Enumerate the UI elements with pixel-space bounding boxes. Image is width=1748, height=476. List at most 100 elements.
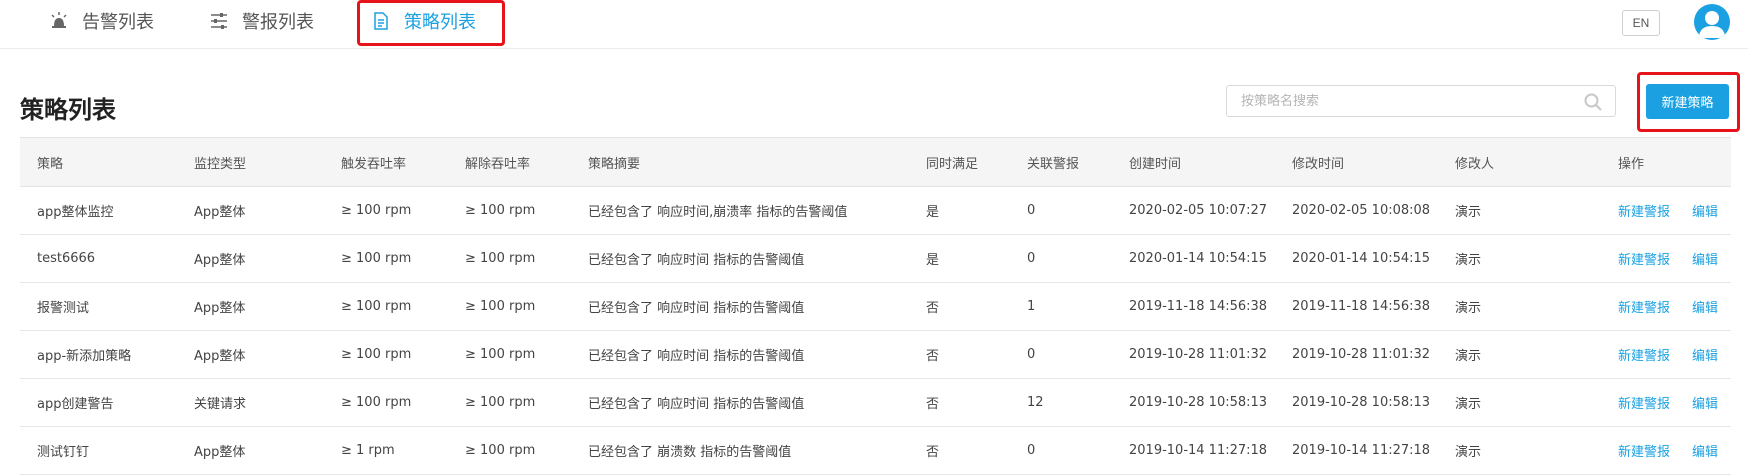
operations-cell: 新建警报 编辑 xyxy=(1601,426,1731,475)
both-satisfied: 否 xyxy=(909,330,1010,379)
trigger-rate: ≥ 100 rpm xyxy=(324,378,448,427)
modified-time: 2020-01-14 10:54:15 xyxy=(1275,234,1438,283)
edit-link[interactable]: 编辑 xyxy=(1692,301,1718,316)
related-alarms: 0 xyxy=(1010,330,1112,379)
release-rate: ≥ 100 rpm xyxy=(448,186,571,235)
created-time: 2020-01-14 10:54:15 xyxy=(1112,234,1275,283)
tab-alert-list[interactable]: 告警列表 xyxy=(48,0,154,42)
both-satisfied: 否 xyxy=(909,426,1010,475)
tab-police-list-label: 警报列表 xyxy=(242,12,314,33)
strategy-summary: 已经包含了 响应时间 指标的告警阈值 xyxy=(571,378,909,427)
tab-police-list[interactable]: 警报列表 xyxy=(208,0,314,42)
new-alarm-link[interactable]: 新建警报 xyxy=(1618,445,1670,460)
modified-time: 2019-10-14 11:27:18 xyxy=(1275,426,1438,475)
monitor-type: App整体 xyxy=(177,330,324,379)
column-header: 同时满足 xyxy=(909,137,1010,187)
new-alarm-link[interactable]: 新建警报 xyxy=(1618,349,1670,364)
new-alarm-link[interactable]: 新建警报 xyxy=(1618,205,1670,220)
trigger-rate: ≥ 100 rpm xyxy=(324,330,448,379)
user-avatar-icon[interactable] xyxy=(1694,4,1730,40)
search-input[interactable] xyxy=(1227,86,1581,116)
trigger-rate: ≥ 1 rpm xyxy=(324,426,448,475)
modified-time: 2019-10-28 10:58:13 xyxy=(1275,378,1438,427)
page-title: 策略列表 xyxy=(20,96,116,124)
strategy-summary: 已经包含了 响应时间 指标的告警阈值 xyxy=(571,330,909,379)
edit-link[interactable]: 编辑 xyxy=(1692,205,1718,220)
document-icon xyxy=(370,10,392,32)
edit-link[interactable]: 编辑 xyxy=(1692,445,1718,460)
column-header: 触发吞吐率 xyxy=(324,137,448,187)
strategy-name: 报警测试 xyxy=(20,282,177,331)
tab-strategy-list[interactable]: 策略列表 xyxy=(370,0,476,42)
tab-strategy-list-label: 策略列表 xyxy=(404,12,476,33)
monitor-type: App整体 xyxy=(177,426,324,475)
trigger-rate: ≥ 100 rpm xyxy=(324,234,448,283)
operations-cell: 新建警报 编辑 xyxy=(1601,186,1731,235)
both-satisfied: 是 xyxy=(909,186,1010,235)
monitor-type: App整体 xyxy=(177,234,324,283)
sliders-icon xyxy=(208,10,230,32)
new-strategy-button[interactable]: 新建策略 xyxy=(1646,84,1729,119)
operations-cell: 新建警报 编辑 xyxy=(1601,378,1731,427)
trigger-rate: ≥ 100 rpm xyxy=(324,186,448,235)
operations-cell: 新建警报 编辑 xyxy=(1601,282,1731,331)
modifier: 演示 xyxy=(1438,378,1601,427)
monitor-type: 关键请求 xyxy=(177,378,324,427)
strategy-table: 策略 监控类型 触发吞吐率 解除吞吐率 策略摘要 同时满足 关联警报 创建时间 … xyxy=(20,137,1731,475)
created-time: 2020-02-05 10:07:27 xyxy=(1112,186,1275,235)
related-alarms: 0 xyxy=(1010,426,1112,475)
strategy-summary: 已经包含了 响应时间 指标的告警阈值 xyxy=(571,282,909,331)
both-satisfied: 否 xyxy=(909,378,1010,427)
column-header: 监控类型 xyxy=(177,137,324,187)
release-rate: ≥ 100 rpm xyxy=(448,426,571,475)
both-satisfied: 是 xyxy=(909,234,1010,283)
table-row: app创建警告 关键请求 ≥ 100 rpm ≥ 100 rpm 已经包含了 响… xyxy=(20,378,1731,427)
column-header: 创建时间 xyxy=(1112,137,1275,187)
modifier: 演示 xyxy=(1438,234,1601,283)
created-time: 2019-10-28 10:58:13 xyxy=(1112,378,1275,427)
related-alarms: 0 xyxy=(1010,234,1112,283)
column-header: 操作 xyxy=(1601,137,1731,187)
search-icon[interactable] xyxy=(1583,92,1603,112)
trigger-rate: ≥ 100 rpm xyxy=(324,282,448,331)
release-rate: ≥ 100 rpm xyxy=(448,234,571,283)
edit-link[interactable]: 编辑 xyxy=(1692,349,1718,364)
release-rate: ≥ 100 rpm xyxy=(448,330,571,379)
new-alarm-link[interactable]: 新建警报 xyxy=(1618,253,1670,268)
edit-link[interactable]: 编辑 xyxy=(1692,397,1718,412)
edit-link[interactable]: 编辑 xyxy=(1692,253,1718,268)
column-header: 修改人 xyxy=(1438,137,1601,187)
tab-alert-list-label: 告警列表 xyxy=(82,12,154,33)
both-satisfied: 否 xyxy=(909,282,1010,331)
table-row: app-新添加策略 App整体 ≥ 100 rpm ≥ 100 rpm 已经包含… xyxy=(20,330,1731,379)
modifier: 演示 xyxy=(1438,426,1601,475)
created-time: 2019-10-28 11:01:32 xyxy=(1112,330,1275,379)
related-alarms: 12 xyxy=(1010,378,1112,427)
strategy-summary: 已经包含了 崩溃数 指标的告警阈值 xyxy=(571,426,909,475)
column-header: 关联警报 xyxy=(1010,137,1112,187)
modified-time: 2019-10-28 11:01:32 xyxy=(1275,330,1438,379)
created-time: 2019-10-14 11:27:18 xyxy=(1112,426,1275,475)
language-toggle-button[interactable]: EN xyxy=(1622,10,1660,36)
modifier: 演示 xyxy=(1438,282,1601,331)
created-time: 2019-11-18 14:56:38 xyxy=(1112,282,1275,331)
release-rate: ≥ 100 rpm xyxy=(448,378,571,427)
monitor-type: App整体 xyxy=(177,282,324,331)
modified-time: 2019-11-18 14:56:38 xyxy=(1275,282,1438,331)
table-row: 测试钉钉 App整体 ≥ 1 rpm ≥ 100 rpm 已经包含了 崩溃数 指… xyxy=(20,426,1731,475)
alarm-light-icon xyxy=(48,10,70,32)
table-row: 报警测试 App整体 ≥ 100 rpm ≥ 100 rpm 已经包含了 响应时… xyxy=(20,282,1731,331)
column-header: 策略摘要 xyxy=(571,137,909,187)
top-navigation: 告警列表 警报列表 策略列表 EN xyxy=(0,0,1748,49)
operations-cell: 新建警报 编辑 xyxy=(1601,330,1731,379)
related-alarms: 0 xyxy=(1010,186,1112,235)
new-alarm-link[interactable]: 新建警报 xyxy=(1618,397,1670,412)
modifier: 演示 xyxy=(1438,330,1601,379)
strategy-name: app整体监控 xyxy=(20,186,177,235)
table-row: app整体监控 App整体 ≥ 100 rpm ≥ 100 rpm 已经包含了 … xyxy=(20,186,1731,235)
column-header: 修改时间 xyxy=(1275,137,1438,187)
operations-cell: 新建警报 编辑 xyxy=(1601,234,1731,283)
new-alarm-link[interactable]: 新建警报 xyxy=(1618,301,1670,316)
release-rate: ≥ 100 rpm xyxy=(448,282,571,331)
strategy-name: app-新添加策略 xyxy=(20,330,177,379)
